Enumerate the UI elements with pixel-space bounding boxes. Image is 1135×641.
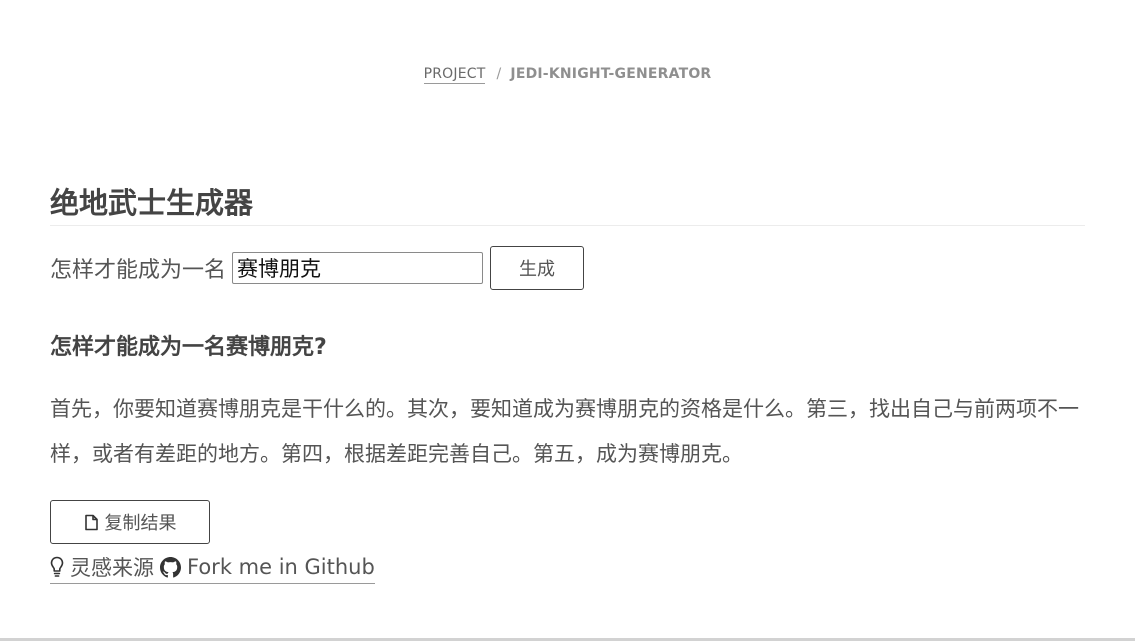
- page-title: 绝地武士生成器: [50, 186, 254, 220]
- result-heading: 怎样才能成为一名赛博朋克?: [50, 335, 327, 360]
- breadcrumb-current: JEDI-KNIGHT-GENERATOR: [510, 66, 712, 82]
- file-icon: [84, 514, 99, 531]
- lightbulb-icon: [50, 556, 64, 578]
- footer-links: 灵感来源 Fork me in Github: [50, 551, 375, 584]
- generate-button[interactable]: 生成: [490, 246, 585, 290]
- github-label: Fork me in Github: [187, 555, 375, 579]
- breadcrumb-separator: /: [496, 66, 502, 82]
- github-link[interactable]: Fork me in Github: [160, 555, 375, 579]
- copy-result-button[interactable]: 复制结果: [50, 500, 210, 544]
- form-label: 怎样才能成为一名: [50, 258, 227, 283]
- role-input[interactable]: [232, 252, 484, 284]
- github-icon: [160, 556, 181, 578]
- result-text: 首先，你要知道赛博朋克是干什么的。其次，要知道成为赛博朋克的资格是什么。第三，找…: [50, 397, 1079, 466]
- title-divider: [50, 225, 1085, 226]
- inspiration-label: 灵感来源: [70, 556, 154, 580]
- breadcrumb-project-link[interactable]: PROJECT: [423, 66, 486, 84]
- generator-form: 怎样才能成为一名 生成: [50, 246, 585, 290]
- copy-result-label: 复制结果: [104, 513, 177, 534]
- breadcrumb: PROJECT / JEDI-KNIGHT-GENERATOR: [0, 66, 1135, 84]
- inspiration-link[interactable]: 灵感来源: [50, 552, 154, 582]
